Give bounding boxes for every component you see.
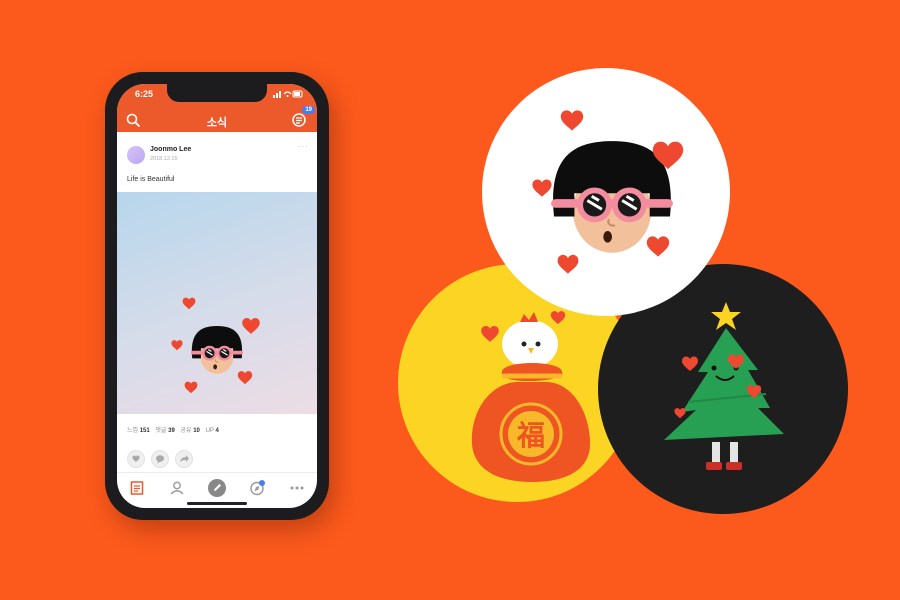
like-button[interactable] [127,450,145,468]
tabbar-divider [117,472,317,473]
post-text: Life is Beautiful [127,176,175,183]
write-icon[interactable] [207,478,227,498]
stat-likes: 151 [139,428,150,434]
post-header: Joonmo Lee 2018.12.15 ··· [117,132,317,166]
share-button[interactable] [175,450,193,468]
post-date: 2018.12.15 [150,156,178,162]
post-image[interactable] [117,192,317,414]
more-icon[interactable] [287,478,307,498]
page-title: 소식 [206,117,228,129]
stat-label: UP [205,428,214,434]
stat-shares: 10 [193,428,200,434]
tab-bar [117,476,317,500]
post-author[interactable]: Joonmo Lee [150,146,191,153]
notification-badge: 19 [302,106,315,114]
phone-frame: 6:25 소식 19 Joonmo Lee 2018.12.15 ··· Lif… [105,72,329,520]
girl-sticker-circle [482,68,730,316]
girl-sticker [171,297,260,394]
explore-icon[interactable] [247,478,267,498]
girl-with-glasses-illustration [532,110,684,274]
stat-label: 느낌 [127,428,139,434]
post-stats: 느낌 151 댓글 39 공유 10 UP 4 [127,425,223,434]
share-icon [180,455,189,462]
profile-icon[interactable] [167,478,187,498]
home-indicator [187,502,247,505]
search-icon[interactable] [125,112,141,128]
notification-icon[interactable] [291,112,309,128]
avatar[interactable] [127,146,145,164]
status-icons [273,90,303,98]
comment-button[interactable] [151,450,169,468]
fortune-character: 福 [516,419,545,452]
phone-notch [167,84,267,102]
heart-icon [132,455,140,463]
stat-label: 공유 [180,428,192,434]
post-more-button[interactable]: ··· [298,142,309,151]
stat-label: 댓글 [155,428,167,434]
status-time: 6:25 [135,89,154,99]
news-icon[interactable] [127,478,147,498]
comment-icon [156,455,164,464]
phone-screen: 6:25 소식 19 Joonmo Lee 2018.12.15 ··· Lif… [117,84,317,508]
stat-comments: 39 [168,428,175,434]
stat-up: 4 [215,428,219,434]
